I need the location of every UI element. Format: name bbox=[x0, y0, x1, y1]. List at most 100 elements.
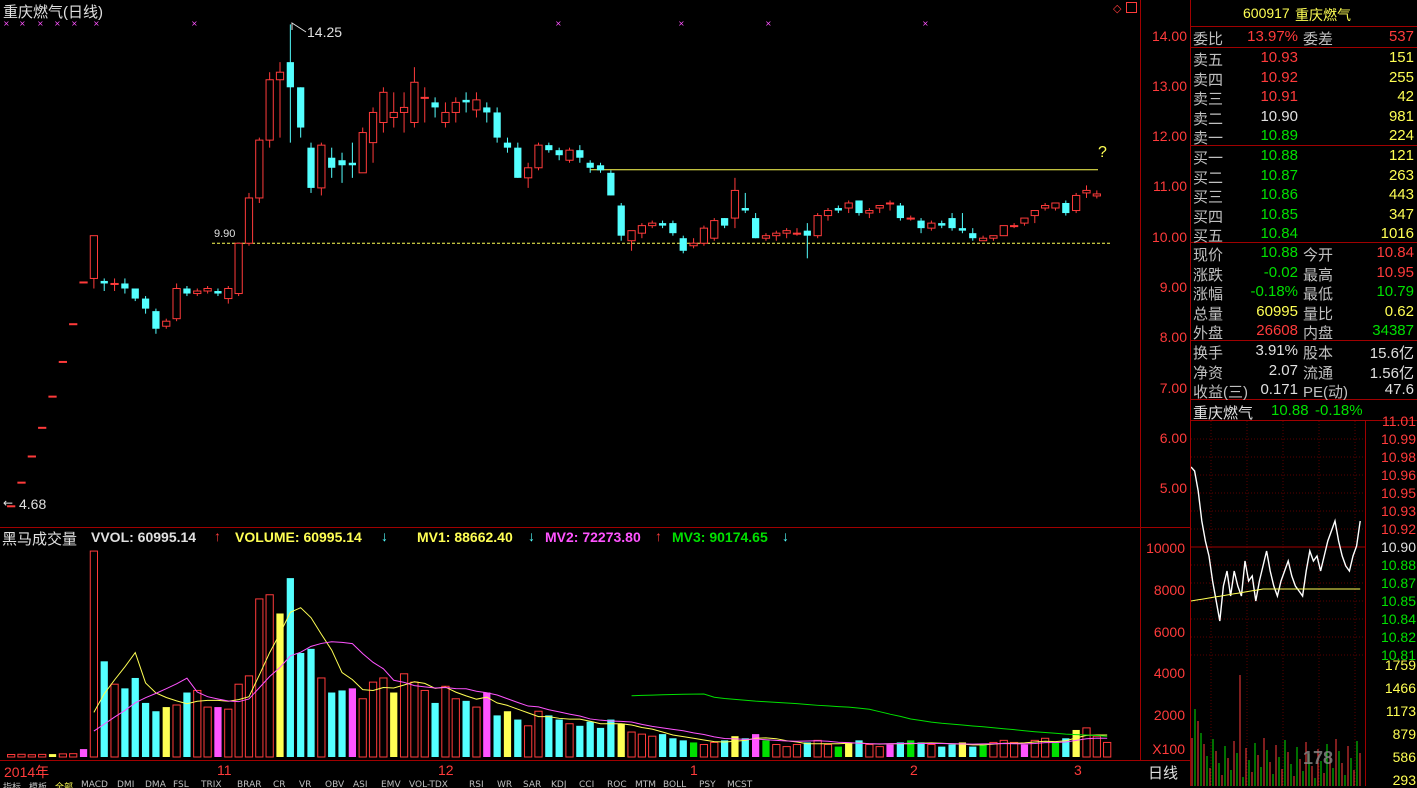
indicator-tab[interactable]: WR bbox=[497, 780, 519, 788]
row-value-2: 151 bbox=[1388, 49, 1414, 66]
row-label-2: PE(动) bbox=[1303, 384, 1349, 402]
indicator-tab[interactable]: BOLL bbox=[663, 780, 695, 788]
indicator-tab[interactable]: CCI bbox=[579, 780, 603, 788]
intraday-chart[interactable] bbox=[1191, 421, 1365, 786]
indicator-tab[interactable]: FSL bbox=[173, 780, 197, 788]
intraday-axis: 11.01 10.99 10.98 10.96 10.95 10.93 10.92 10.90… bbox=[1365, 413, 1417, 788]
volume-bar bbox=[938, 746, 946, 757]
volume-bar bbox=[545, 715, 553, 757]
volume-bar bbox=[431, 702, 439, 757]
volume-bar bbox=[162, 707, 170, 757]
volume-tick: 10000 bbox=[1146, 540, 1185, 556]
price-tick: 12.00 bbox=[1151, 128, 1187, 144]
event-marker: × bbox=[19, 19, 26, 28]
volume-bar bbox=[886, 744, 894, 757]
candle-body bbox=[741, 208, 749, 211]
volume-bar bbox=[348, 688, 356, 757]
candle-body bbox=[637, 225, 647, 234]
candle-body bbox=[328, 157, 336, 168]
row-value-2: 263 bbox=[1388, 166, 1414, 184]
row-label: 收益(三) bbox=[1193, 384, 1248, 402]
volume-bar bbox=[576, 725, 584, 757]
volume-chart[interactable]: 黑马成交量 VVOL: 60995.14 ↑ VOLUME: 60995.14 … bbox=[0, 527, 1140, 761]
volume-bar bbox=[679, 740, 687, 757]
intraday-price-tick: 10.85 bbox=[1380, 593, 1416, 609]
indicator-tab[interactable]: MACD bbox=[81, 780, 113, 788]
candle-body bbox=[317, 144, 326, 189]
quote-row: 净资 2.07 流通 1.56亿 bbox=[1191, 361, 1417, 382]
intraday-price-tick: 10.98 bbox=[1380, 449, 1416, 465]
high-leader bbox=[291, 22, 307, 33]
volume-bar bbox=[865, 744, 874, 758]
volume-bar bbox=[514, 719, 522, 757]
volume-plot bbox=[7, 550, 1112, 758]
quote-row: 买五 10.84 1016 bbox=[1191, 224, 1417, 245]
candle-body bbox=[297, 87, 305, 128]
volume-bar bbox=[845, 742, 853, 757]
candle-body bbox=[89, 235, 99, 279]
candle-body bbox=[141, 298, 150, 309]
volume-bar bbox=[131, 677, 139, 757]
indicator-tab[interactable]: MTM bbox=[635, 780, 659, 788]
candle-body bbox=[689, 242, 698, 247]
candle-body bbox=[224, 288, 233, 300]
month-label: 3 bbox=[1074, 762, 1082, 778]
volume-bar bbox=[472, 706, 481, 758]
indicator-tab[interactable]: SAR bbox=[523, 780, 547, 788]
vvol-arrow: ↑ bbox=[214, 528, 221, 544]
indicator-tab[interactable]: 全部 bbox=[55, 780, 77, 788]
indicator-tab[interactable]: OBV bbox=[325, 780, 349, 788]
volume-bar bbox=[152, 711, 160, 757]
volume-bar bbox=[451, 698, 460, 758]
indicator-tab[interactable]: ASI bbox=[353, 780, 377, 788]
indicator-tab[interactable]: ROC bbox=[607, 780, 631, 788]
mv2-value: MV2: 72273.80 bbox=[545, 529, 641, 545]
indicator-tab[interactable]: RSI bbox=[469, 780, 493, 788]
volume-bar bbox=[493, 715, 501, 757]
indicator-tab[interactable]: VR bbox=[299, 780, 321, 788]
candle-body bbox=[648, 222, 657, 227]
indicator-tab[interactable]: CR bbox=[273, 780, 295, 788]
intraday-volume-tick: 1466 bbox=[1384, 680, 1416, 696]
indicator-tab[interactable]: DMA bbox=[145, 780, 169, 788]
period-label[interactable]: 日线 bbox=[1148, 762, 1178, 783]
indicator-tab[interactable]: BRAR bbox=[237, 780, 269, 788]
month-label: 11 bbox=[217, 762, 232, 778]
volume-bar bbox=[1051, 742, 1060, 757]
candle-body bbox=[244, 197, 254, 244]
volume-bar bbox=[699, 744, 709, 758]
candle-body bbox=[627, 230, 636, 242]
row-value-2: 981 bbox=[1388, 107, 1414, 125]
candle-body bbox=[927, 222, 936, 229]
kline-chart[interactable]: 重庆燃气(日线) ◇ × × × × × × × × × × × 14.25 ← 4.68 9.90… bbox=[0, 0, 1140, 527]
mv2-arrow: ↑ bbox=[655, 528, 662, 544]
candle-body bbox=[524, 167, 533, 179]
intraday-volume-tick: 1173 bbox=[1385, 703, 1416, 719]
indicator-tab[interactable]: KDJ bbox=[551, 780, 575, 788]
indicator-tab[interactable]: TRIX bbox=[201, 780, 233, 788]
volume-bar bbox=[79, 749, 88, 757]
volume-bar bbox=[172, 704, 181, 758]
candle-body bbox=[348, 162, 356, 166]
stock-name: 重庆燃气 bbox=[1295, 7, 1351, 23]
intraday-price-tick: 10.93 bbox=[1380, 503, 1416, 519]
intraday-volume-tick: 879 bbox=[1392, 726, 1416, 742]
row-value-2: 255 bbox=[1388, 68, 1414, 86]
indicator-tab[interactable]: PSY bbox=[699, 780, 723, 788]
indicator-tab[interactable]: DMI bbox=[117, 780, 141, 788]
quote-row: 卖二 10.90 981 bbox=[1191, 107, 1417, 128]
volume-bar bbox=[803, 742, 811, 757]
indicator-tab[interactable]: EMV bbox=[381, 780, 405, 788]
row-value: 3.91% bbox=[1255, 342, 1298, 359]
candle-body bbox=[420, 96, 429, 99]
indicator-tab[interactable]: VOL-TDX bbox=[409, 780, 465, 788]
indicator-tab[interactable]: 指标 bbox=[3, 780, 25, 788]
indicator-tab[interactable]: 模板 bbox=[29, 780, 51, 788]
event-marker: × bbox=[37, 19, 44, 28]
candle-body bbox=[162, 320, 171, 327]
candle-body bbox=[999, 225, 1008, 237]
candle-body bbox=[803, 230, 811, 236]
indicator-tab[interactable]: MCST bbox=[727, 780, 759, 788]
candle-body bbox=[214, 291, 222, 294]
price-tick: 9.00 bbox=[1159, 279, 1187, 295]
